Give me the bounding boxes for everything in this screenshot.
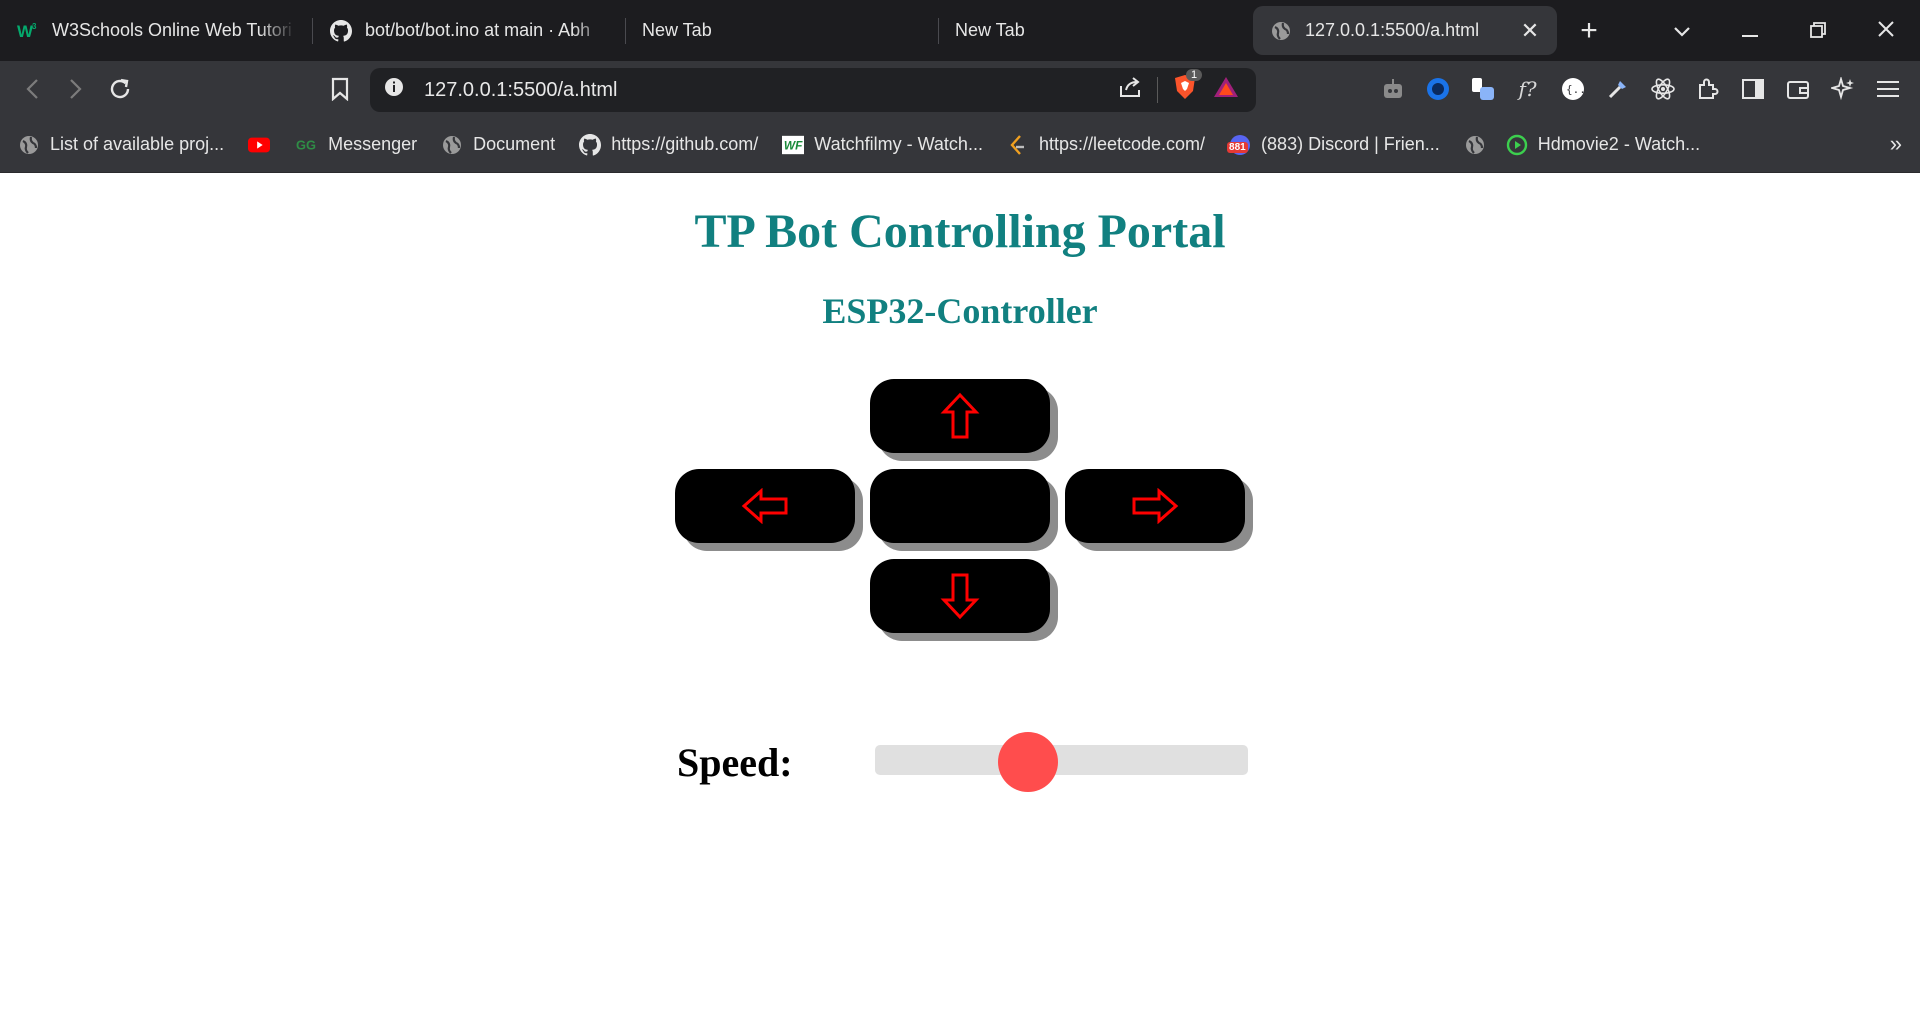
svg-text:3: 3: [32, 22, 37, 31]
bookmark-label: Watchfilmy - Watch...: [814, 134, 983, 154]
brave-rewards-icon[interactable]: [1212, 75, 1240, 105]
right-arrow-icon: [1132, 488, 1179, 524]
discord-icon: 881: [1227, 134, 1251, 156]
site-info-icon[interactable]: [384, 77, 404, 103]
forward-icon[interactable]: [54, 67, 98, 111]
github-icon: [329, 19, 353, 43]
tab-search-icon[interactable]: [1648, 18, 1716, 44]
left-arrow-icon: [741, 488, 788, 524]
formula-extension-icon[interactable]: f?: [1505, 67, 1550, 111]
globe-icon: [441, 134, 463, 156]
discord-badge: 881: [1227, 141, 1248, 153]
new-tab-button[interactable]: +: [1563, 14, 1615, 48]
geeksforgeeks-icon: GG: [296, 134, 318, 156]
down-arrow-icon: [940, 573, 980, 620]
bookmark-label: Hdmovie2 - Watch...: [1537, 134, 1701, 154]
bookmark-icon[interactable]: [318, 67, 362, 111]
react-devtools-icon[interactable]: [1640, 67, 1685, 111]
json-extension-icon[interactable]: {..}: [1550, 67, 1595, 111]
close-window-icon[interactable]: [1852, 18, 1920, 44]
speed-slider[interactable]: [875, 732, 1248, 792]
bookmark-label: https://leetcode.com/: [1038, 134, 1206, 154]
stop-button[interactable]: [870, 469, 1050, 543]
page-title: TP Bot Controlling Portal: [694, 205, 1226, 258]
address-bar[interactable]: 127.0.0.1:5500/a.html 1: [370, 68, 1256, 112]
color-picker-icon[interactable]: [1595, 67, 1640, 111]
share-icon[interactable]: [1119, 76, 1143, 104]
play-icon: [1506, 134, 1528, 156]
bookmark-github[interactable]: https://github.com/: [579, 133, 759, 156]
youtube-icon: [248, 134, 271, 156]
bookmark-list-projects[interactable]: List of available proj...: [18, 134, 224, 156]
bookmarks-bar: List of available proj... GG Messenger D…: [0, 117, 1920, 173]
back-icon[interactable]: [10, 67, 54, 111]
bookmark-youtube[interactable]: [248, 134, 271, 156]
bookmark-label: Document: [473, 134, 556, 154]
svg-text:GG: GG: [296, 137, 316, 152]
bookmark-label: Messenger: [328, 134, 418, 154]
bookmark-label: https://github.com/: [611, 134, 759, 154]
tab-title: 127.0.0.1:5500/a.html: [1305, 20, 1480, 40]
w3schools-icon: W3: [16, 19, 40, 43]
page-subtitle: ESP32-Controller: [822, 291, 1098, 331]
globe-icon: [18, 134, 40, 156]
globe-icon: [1269, 19, 1293, 43]
reload-icon[interactable]: [98, 67, 142, 111]
speed-label: Speed:: [677, 740, 793, 785]
omnibox-divider: [1157, 77, 1158, 103]
svg-text:WF: WF: [784, 138, 803, 152]
svg-text:{..}: {..}: [1566, 83, 1585, 96]
page-content: TP Bot Controlling Portal ESP32-Controll…: [0, 173, 1920, 1020]
tab-title: New Tab: [642, 20, 712, 40]
window-controls: [1648, 0, 1920, 61]
left-button[interactable]: [675, 469, 855, 543]
leetcode-icon: [1007, 134, 1029, 156]
bookmark-globe[interactable]: [1464, 134, 1486, 156]
browser-toolbar: 127.0.0.1:5500/a.html 1 f? {..}: [0, 61, 1920, 117]
brave-shields-icon[interactable]: 1: [1172, 69, 1203, 107]
tab-new-tab-1[interactable]: New Tab: [626, 6, 938, 55]
robot-extension-icon[interactable]: [1370, 67, 1415, 111]
up-arrow-icon: [940, 392, 980, 439]
backward-button[interactable]: [870, 559, 1050, 633]
tab-title: New Tab: [955, 20, 1025, 40]
right-button[interactable]: [1065, 469, 1245, 543]
close-tab-icon[interactable]: ✕: [1519, 18, 1541, 44]
globe-icon: [1464, 134, 1486, 156]
tab-w3schools[interactable]: W3 W3Schools Online Web Tutori: [0, 6, 312, 55]
tab-title: bot/bot/bot.ino at main · Abh: [365, 20, 591, 40]
bookmark-messenger[interactable]: GG Messenger: [296, 134, 417, 156]
restore-icon[interactable]: [1784, 18, 1852, 44]
url-text[interactable]: 127.0.0.1:5500/a.html: [424, 79, 1119, 102]
tab-github[interactable]: bot/bot/bot.ino at main · Abh: [313, 6, 625, 55]
more-bookmarks-icon[interactable]: »: [1890, 131, 1902, 157]
blue-circle-extension-icon[interactable]: [1415, 67, 1460, 111]
github-icon: [579, 133, 602, 156]
tab-strip: W3 W3Schools Online Web Tutori bot/bot/b…: [0, 0, 1920, 61]
watchfilmy-icon: WF: [782, 134, 805, 156]
tab-active-localhost[interactable]: 127.0.0.1:5500/a.html ✕: [1253, 6, 1557, 55]
bookmark-label: (883) Discord | Frien...: [1261, 134, 1440, 154]
brave-shields-badge: 1: [1186, 69, 1203, 81]
extensions-bar: f? {..}: [1370, 67, 1910, 111]
tab-new-tab-2[interactable]: New Tab: [939, 6, 1239, 55]
bookmark-discord[interactable]: 881 (883) Discord | Frien...: [1227, 134, 1440, 156]
speed-slider-thumb[interactable]: [997, 732, 1058, 792]
leo-ai-icon[interactable]: [1820, 67, 1865, 111]
bookmark-watchfilmy[interactable]: WF Watchfilmy - Watch...: [782, 134, 983, 156]
forward-button[interactable]: [870, 379, 1050, 453]
tab-manager-extension-icon[interactable]: [1460, 67, 1505, 111]
bookmark-hdmovie2[interactable]: Hdmovie2 - Watch...: [1506, 134, 1700, 156]
menu-icon[interactable]: [1865, 67, 1910, 111]
bookmark-leetcode[interactable]: https://leetcode.com/: [1007, 134, 1205, 156]
sidebar-icon[interactable]: [1730, 67, 1775, 111]
minimize-icon[interactable]: [1716, 18, 1784, 44]
tab-title: W3Schools Online Web Tutori: [52, 20, 292, 40]
extensions-puzzle-icon[interactable]: [1685, 67, 1730, 111]
bookmark-label: List of available proj...: [50, 134, 225, 154]
wallet-icon[interactable]: [1775, 67, 1820, 111]
bookmark-document[interactable]: Document: [441, 134, 555, 156]
